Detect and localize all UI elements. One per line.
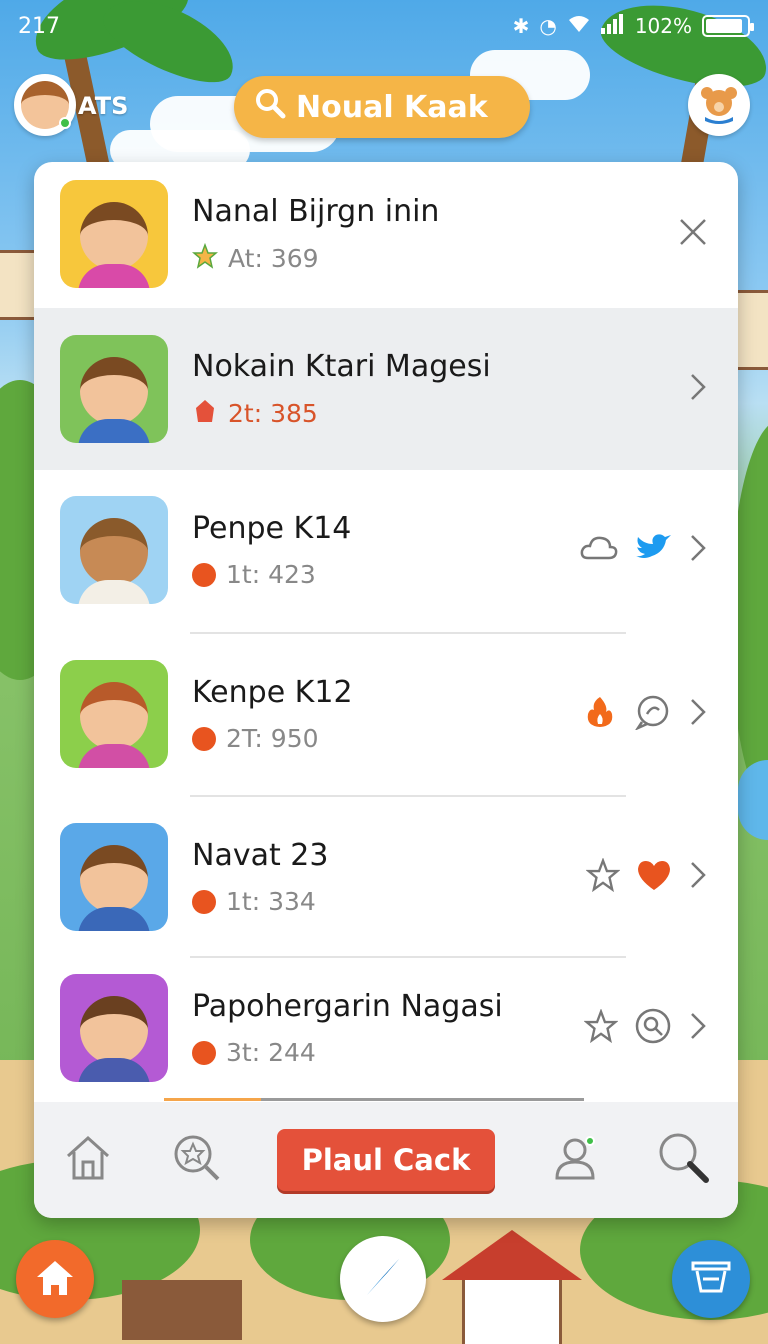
coin-icon bbox=[192, 726, 216, 751]
nav-profile[interactable] bbox=[547, 1132, 603, 1188]
cloud-icon[interactable] bbox=[580, 534, 618, 566]
wifi-icon bbox=[567, 14, 591, 39]
item-title: Nokain Ktari Magesi bbox=[192, 348, 491, 384]
search-icon bbox=[254, 87, 286, 127]
item-stat: 1t: 423 bbox=[226, 560, 316, 589]
item-title: Kenpe K12 bbox=[192, 675, 353, 710]
list-item[interactable]: Kenpe K12 2T: 950 bbox=[34, 634, 738, 794]
close-icon[interactable] bbox=[678, 217, 708, 251]
list-item[interactable]: Papohergarin Nagasi 3t: 244 bbox=[34, 958, 738, 1098]
game-thumbnail bbox=[60, 496, 168, 604]
signal-icon bbox=[600, 13, 625, 39]
star-outline-icon[interactable] bbox=[585, 857, 621, 896]
game-thumbnail bbox=[60, 335, 168, 443]
basket-fab[interactable] bbox=[672, 1240, 750, 1318]
home-icon bbox=[62, 1132, 114, 1188]
star-icon bbox=[191, 242, 219, 275]
mascot-button[interactable] bbox=[688, 74, 750, 136]
profile-avatar[interactable] bbox=[14, 74, 76, 136]
home-icon bbox=[33, 1257, 77, 1301]
item-title: Papohergarin Nagasi bbox=[192, 989, 503, 1024]
search-button[interactable]: Noual Kaak bbox=[234, 76, 530, 138]
item-stat: 2t: 385 bbox=[228, 399, 318, 428]
nav-home[interactable] bbox=[60, 1132, 116, 1188]
explore-search-icon bbox=[171, 1132, 223, 1188]
list-scrollbar[interactable] bbox=[164, 1098, 584, 1101]
battery-percent: 102% bbox=[634, 14, 692, 38]
search-circle-icon[interactable] bbox=[634, 1007, 672, 1049]
chevron-right-icon[interactable] bbox=[688, 1011, 708, 1045]
bird-icon[interactable] bbox=[634, 532, 672, 568]
coin-icon bbox=[192, 562, 216, 587]
home-fab[interactable] bbox=[16, 1240, 94, 1318]
list-item[interactable]: Penpe K14 1t: 423 bbox=[34, 470, 738, 630]
nav-search[interactable] bbox=[656, 1132, 712, 1188]
heart-icon[interactable] bbox=[636, 859, 672, 895]
status-time: 217 bbox=[18, 13, 60, 39]
coin-icon bbox=[192, 889, 216, 914]
compass-button[interactable] bbox=[340, 1236, 426, 1322]
fire-icon[interactable] bbox=[582, 694, 618, 734]
sync-icon: ◔ bbox=[539, 14, 557, 38]
search-label: Noual Kaak bbox=[296, 89, 488, 125]
user-tag: ATS bbox=[78, 92, 129, 120]
search-icon bbox=[656, 1130, 712, 1190]
play-button[interactable]: Plaul Cack bbox=[276, 1129, 495, 1191]
coin-icon bbox=[192, 1040, 216, 1065]
list-item[interactable]: Navat 23 1t: 334 bbox=[34, 797, 738, 957]
game-thumbnail bbox=[60, 660, 168, 768]
item-stat: 2T: 950 bbox=[226, 724, 319, 753]
game-thumbnail bbox=[60, 180, 168, 288]
gem-icon bbox=[192, 398, 218, 430]
item-stat: 1t: 334 bbox=[226, 887, 316, 916]
item-title: Penpe K14 bbox=[192, 511, 352, 546]
basket-icon bbox=[689, 1259, 733, 1299]
game-list-panel: Nanal Bijrgn inin At: 369 Nokain Ktari M… bbox=[34, 162, 738, 1218]
compass-icon bbox=[359, 1253, 407, 1305]
item-stat: At: 369 bbox=[228, 244, 319, 273]
battery-icon bbox=[702, 15, 754, 37]
game-thumbnail bbox=[60, 823, 168, 931]
list-item-selected[interactable]: Nokain Ktari Magesi 2t: 385 bbox=[34, 308, 738, 470]
chevron-right-icon[interactable] bbox=[688, 697, 708, 731]
game-thumbnail bbox=[60, 974, 168, 1082]
chevron-right-icon[interactable] bbox=[688, 533, 708, 567]
chevron-right-icon[interactable] bbox=[688, 372, 708, 406]
bluetooth-icon: ✱ bbox=[512, 14, 530, 38]
status-bar: 217 ✱ ◔ 102% bbox=[0, 0, 768, 52]
star-outline-icon[interactable] bbox=[583, 1008, 619, 1047]
chevron-right-icon[interactable] bbox=[688, 860, 708, 894]
item-stat: 3t: 244 bbox=[226, 1038, 316, 1067]
chat-icon[interactable] bbox=[634, 694, 672, 734]
online-indicator bbox=[59, 117, 71, 129]
nav-explore[interactable] bbox=[169, 1132, 225, 1188]
item-title: Navat 23 bbox=[192, 838, 329, 873]
bottom-nav: Plaul Cack bbox=[34, 1102, 738, 1218]
scroll-progress bbox=[164, 1098, 261, 1101]
item-title: Nanal Bijrgn inin bbox=[192, 193, 440, 229]
list-item[interactable]: Nanal Bijrgn inin At: 369 bbox=[34, 162, 738, 306]
bear-mascot-icon bbox=[697, 81, 741, 129]
